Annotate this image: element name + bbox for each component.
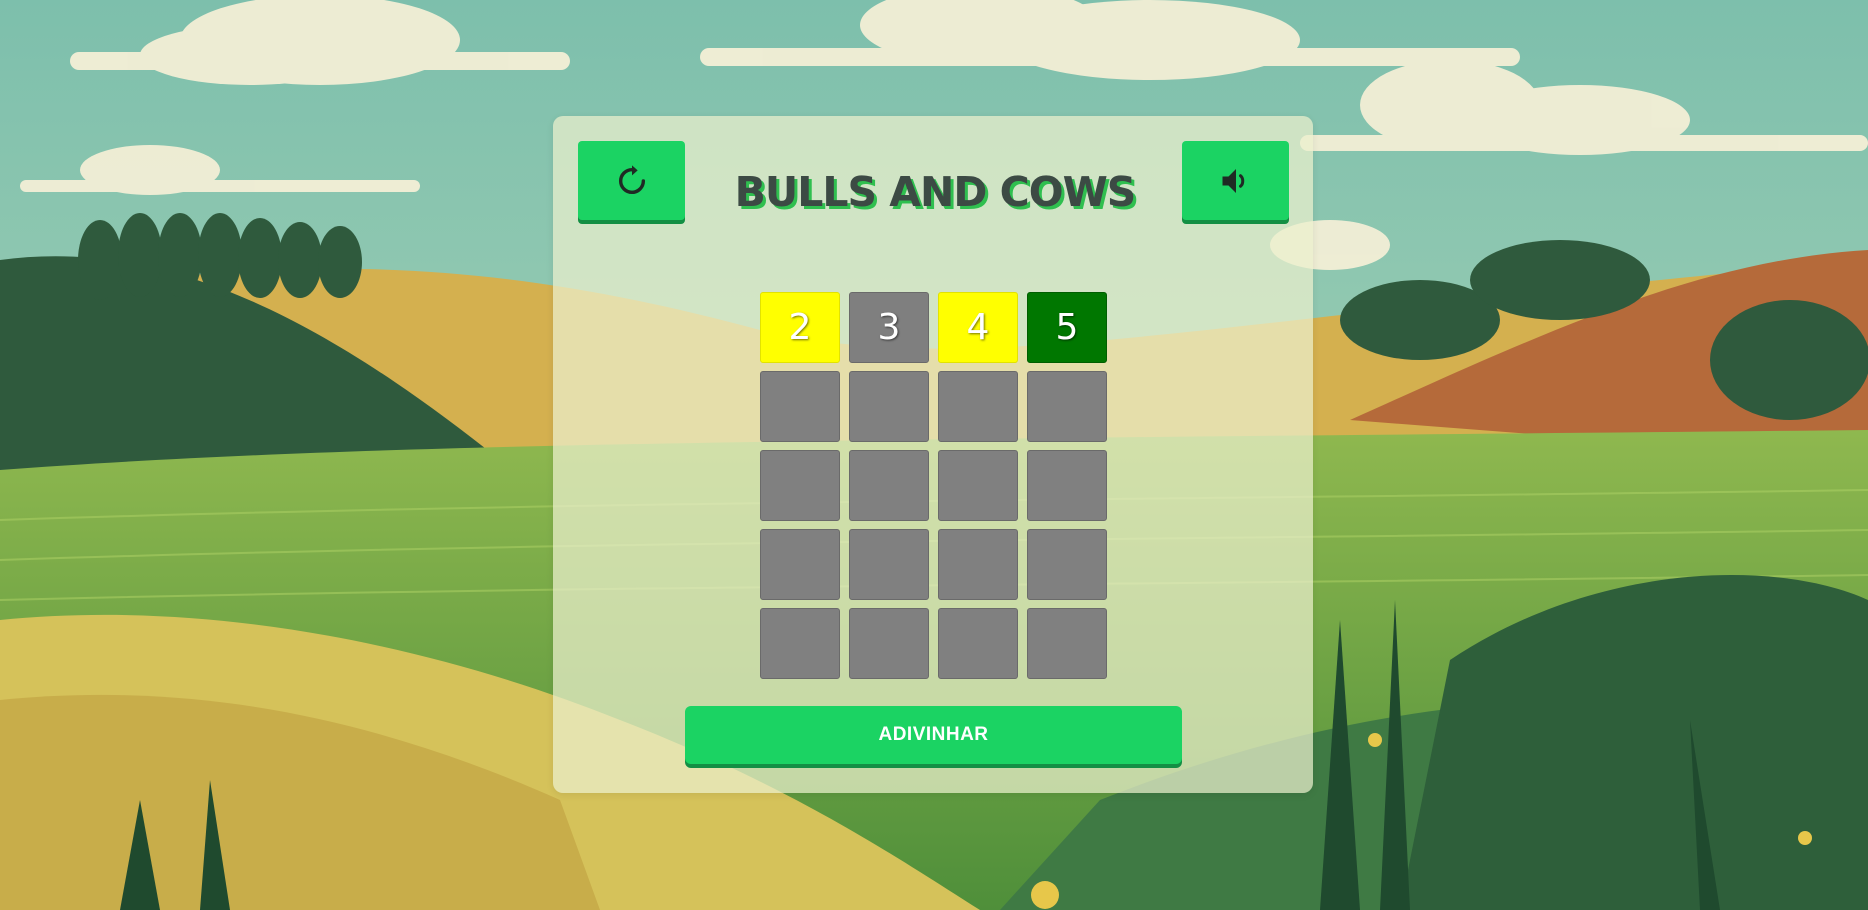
tile[interactable]	[760, 529, 840, 600]
sound-toggle-button[interactable]	[1182, 141, 1289, 220]
tile[interactable]	[760, 371, 840, 442]
speaker-icon	[1218, 163, 1254, 199]
tile[interactable]	[849, 529, 929, 600]
game-title: BULLS AND COWS	[734, 168, 1137, 216]
tile[interactable]	[849, 371, 929, 442]
tile[interactable]	[1027, 608, 1107, 679]
restart-icon	[615, 164, 649, 198]
tile[interactable]: 4	[938, 292, 1018, 363]
tile[interactable]	[760, 450, 840, 521]
tile[interactable]	[849, 608, 929, 679]
tile[interactable]	[1027, 450, 1107, 521]
tile[interactable]	[938, 529, 1018, 600]
tile[interactable]	[1027, 529, 1107, 600]
tile[interactable]	[938, 608, 1018, 679]
tile[interactable]	[1027, 371, 1107, 442]
tile[interactable]: 3	[849, 292, 929, 363]
tile[interactable]	[760, 608, 840, 679]
guess-board: 2 3 4 5	[760, 292, 1107, 679]
tile[interactable]	[938, 450, 1018, 521]
restart-button[interactable]	[578, 141, 685, 220]
tile[interactable]: 5	[1027, 292, 1107, 363]
guess-button[interactable]: ADIVINHAR	[685, 706, 1182, 764]
tile[interactable]	[849, 450, 929, 521]
tile[interactable]: 2	[760, 292, 840, 363]
tile[interactable]	[938, 371, 1018, 442]
